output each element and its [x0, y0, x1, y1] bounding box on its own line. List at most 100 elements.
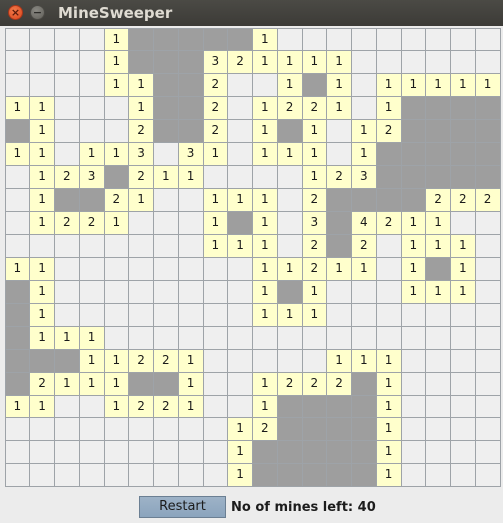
unopened-cell[interactable]: [400, 394, 427, 419]
unopened-cell[interactable]: [301, 27, 328, 52]
unopened-cell[interactable]: [474, 27, 501, 52]
unopened-cell[interactable]: [400, 463, 427, 488]
unopened-cell[interactable]: [54, 233, 80, 258]
unopened-cell[interactable]: [29, 233, 55, 258]
unopened-cell[interactable]: [78, 463, 105, 488]
unopened-cell[interactable]: [128, 256, 154, 281]
unopened-cell[interactable]: [474, 417, 501, 442]
unopened-cell[interactable]: [400, 371, 427, 396]
unopened-cell[interactable]: [78, 119, 105, 144]
unopened-cell[interactable]: [227, 394, 253, 419]
unopened-cell[interactable]: [227, 302, 253, 327]
unopened-cell[interactable]: [202, 371, 229, 396]
unopened-cell[interactable]: [177, 188, 204, 212]
unopened-cell[interactable]: [450, 417, 476, 442]
unopened-cell[interactable]: [153, 233, 179, 258]
unopened-cell[interactable]: [153, 440, 179, 465]
unopened-cell[interactable]: [351, 50, 377, 75]
unopened-cell[interactable]: [276, 325, 303, 350]
unopened-cell[interactable]: [128, 233, 154, 258]
unopened-cell[interactable]: [29, 73, 55, 98]
unopened-cell[interactable]: [450, 463, 476, 488]
unopened-cell[interactable]: [202, 394, 229, 419]
unopened-cell[interactable]: [351, 325, 377, 350]
unopened-cell[interactable]: [425, 325, 451, 350]
unopened-cell[interactable]: [54, 142, 80, 167]
unopened-cell[interactable]: [450, 394, 476, 419]
unopened-cell[interactable]: [301, 325, 328, 350]
unopened-cell[interactable]: [375, 302, 402, 327]
unopened-cell[interactable]: [227, 279, 253, 304]
unopened-cell[interactable]: [4, 50, 31, 75]
unopened-cell[interactable]: [103, 119, 130, 144]
unopened-cell[interactable]: [252, 73, 278, 98]
unopened-cell[interactable]: [153, 279, 179, 304]
unopened-cell[interactable]: [425, 394, 451, 419]
unopened-cell[interactable]: [227, 73, 253, 98]
unopened-cell[interactable]: [54, 302, 80, 327]
unopened-cell[interactable]: [450, 27, 476, 52]
unopened-cell[interactable]: [177, 211, 204, 235]
unopened-cell[interactable]: [450, 440, 476, 465]
unopened-cell[interactable]: [54, 440, 80, 465]
unopened-cell[interactable]: [103, 325, 130, 350]
unopened-cell[interactable]: [128, 417, 154, 442]
close-window-button[interactable]: ×: [8, 5, 23, 20]
unopened-cell[interactable]: [400, 417, 427, 442]
unopened-cell[interactable]: [425, 417, 451, 442]
unopened-cell[interactable]: [474, 302, 501, 327]
unopened-cell[interactable]: [103, 233, 130, 258]
unopened-cell[interactable]: [474, 211, 501, 235]
unopened-cell[interactable]: [450, 348, 476, 373]
unopened-cell[interactable]: [54, 256, 80, 281]
unopened-cell[interactable]: [78, 233, 105, 258]
unopened-cell[interactable]: [128, 325, 154, 350]
unopened-cell[interactable]: [153, 142, 179, 167]
title-bar[interactable]: × − MineSweeper: [0, 0, 503, 26]
unopened-cell[interactable]: [351, 27, 377, 52]
unopened-cell[interactable]: [400, 50, 427, 75]
unopened-cell[interactable]: [177, 279, 204, 304]
unopened-cell[interactable]: [202, 417, 229, 442]
unopened-cell[interactable]: [326, 302, 352, 327]
minimize-window-button[interactable]: −: [30, 5, 45, 20]
unopened-cell[interactable]: [227, 142, 253, 167]
unopened-cell[interactable]: [326, 119, 352, 144]
unopened-cell[interactable]: [29, 27, 55, 52]
unopened-cell[interactable]: [474, 233, 501, 258]
unopened-cell[interactable]: [202, 279, 229, 304]
unopened-cell[interactable]: [78, 440, 105, 465]
unopened-cell[interactable]: [351, 73, 377, 98]
unopened-cell[interactable]: [474, 256, 501, 281]
unopened-cell[interactable]: [202, 463, 229, 488]
unopened-cell[interactable]: [4, 188, 31, 212]
unopened-cell[interactable]: [202, 348, 229, 373]
unopened-cell[interactable]: [252, 165, 278, 190]
unopened-cell[interactable]: [474, 463, 501, 488]
unopened-cell[interactable]: [202, 325, 229, 350]
unopened-cell[interactable]: [202, 302, 229, 327]
unopened-cell[interactable]: [177, 463, 204, 488]
unopened-cell[interactable]: [153, 325, 179, 350]
unopened-cell[interactable]: [450, 302, 476, 327]
unopened-cell[interactable]: [400, 27, 427, 52]
unopened-cell[interactable]: [425, 440, 451, 465]
unopened-cell[interactable]: [4, 73, 31, 98]
unopened-cell[interactable]: [54, 50, 80, 75]
unopened-cell[interactable]: [78, 279, 105, 304]
unopened-cell[interactable]: [276, 211, 303, 235]
unopened-cell[interactable]: [400, 440, 427, 465]
unopened-cell[interactable]: [202, 165, 229, 190]
unopened-cell[interactable]: [276, 27, 303, 52]
unopened-cell[interactable]: [153, 463, 179, 488]
unopened-cell[interactable]: [153, 188, 179, 212]
unopened-cell[interactable]: [4, 211, 31, 235]
unopened-cell[interactable]: [474, 50, 501, 75]
unopened-cell[interactable]: [29, 463, 55, 488]
unopened-cell[interactable]: [4, 440, 31, 465]
unopened-cell[interactable]: [474, 371, 501, 396]
unopened-cell[interactable]: [425, 302, 451, 327]
unopened-cell[interactable]: [103, 463, 130, 488]
unopened-cell[interactable]: [425, 27, 451, 52]
unopened-cell[interactable]: [177, 440, 204, 465]
